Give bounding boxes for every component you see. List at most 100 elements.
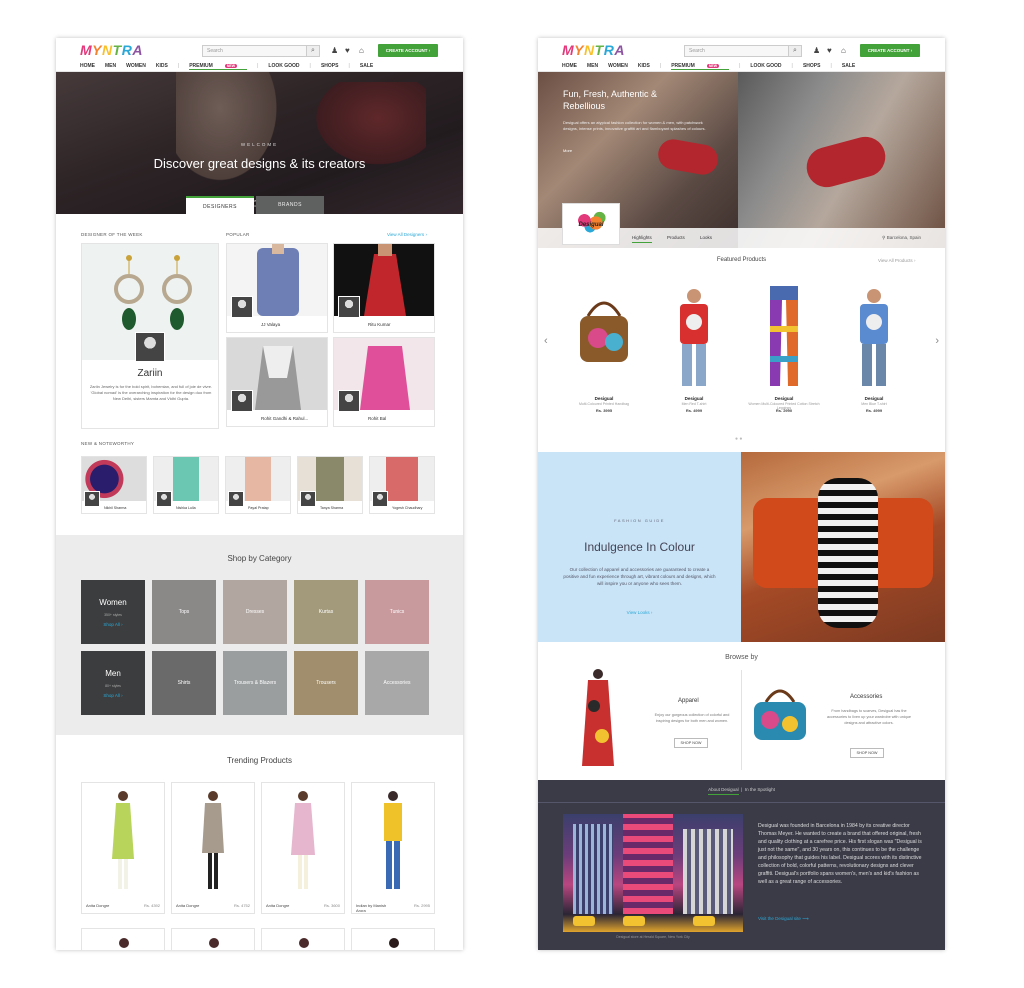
- carousel-dots[interactable]: ● ●: [735, 436, 742, 442]
- nav-sale[interactable]: SALE: [842, 63, 855, 69]
- tab-designers[interactable]: DESIGNERS: [186, 196, 254, 214]
- nav-women[interactable]: WOMEN: [126, 63, 146, 69]
- accessories-shop-now-button[interactable]: SHOP NOW: [850, 748, 884, 758]
- noteworthy-card[interactable]: Payal Pratap: [225, 456, 291, 514]
- featured-product-card[interactable]: Desigual Men Blue T-shirt Rs. 4999: [838, 286, 910, 416]
- myntra-logo[interactable]: MYNTRA: [80, 42, 143, 58]
- apparel-title: Apparel: [678, 698, 699, 704]
- heart-icon[interactable]: ♥: [345, 46, 350, 55]
- category-tile[interactable]: Shirts: [152, 651, 216, 715]
- featured-product-card[interactable]: Desigual Men Red T-shirt Rs. 4999: [658, 286, 730, 416]
- designer-description: Zariin Jewelry is for the bold spirit, b…: [89, 384, 213, 401]
- shop-by-category-section: Shop by Category Women 350+ styles Shop …: [56, 535, 463, 735]
- noteworthy-card[interactable]: Nikhil Sharma: [81, 456, 147, 514]
- nav-men[interactable]: MEN: [587, 63, 598, 69]
- nav-kids[interactable]: KIDS: [156, 63, 168, 69]
- carousel-prev-icon[interactable]: ‹: [544, 335, 548, 347]
- nav-premium[interactable]: PREMIUM NEW: [189, 63, 248, 70]
- featured-product-card[interactable]: Desigual Women Multi-Coloured Printed Cot…: [748, 286, 820, 416]
- apparel-shop-now-button[interactable]: SHOP NOW: [674, 738, 708, 748]
- trending-product-card[interactable]: Anita Dongre Rs. 4752: [171, 782, 255, 914]
- search-icon[interactable]: ⌕: [788, 45, 802, 57]
- popular-designer-card[interactable]: Rohit Bal: [333, 337, 435, 427]
- visit-site-link[interactable]: Visit the Desigual site ⟶: [758, 916, 809, 922]
- section-title: Shop by Category: [227, 554, 292, 563]
- building: [573, 824, 613, 914]
- popular-designer-card[interactable]: JJ Valaya: [226, 243, 328, 333]
- more-link[interactable]: More: [563, 148, 572, 153]
- nav-shops[interactable]: SHOPS: [803, 63, 821, 69]
- product-designer: Indian by Manish Arora: [356, 903, 387, 913]
- category-men-tile[interactable]: Men 80+ styles Shop All ›: [81, 651, 145, 715]
- logo-letter: M: [562, 42, 575, 58]
- popular-designer-card[interactable]: Ritu Kumar: [333, 243, 435, 333]
- shop-all-link[interactable]: Shop All ›: [81, 693, 145, 698]
- noteworthy-card[interactable]: Tanya Sharma: [297, 456, 363, 514]
- nav-home[interactable]: HOME: [562, 63, 577, 69]
- trending-product-card[interactable]: [171, 928, 255, 950]
- designer-name: Nikhil Sharma: [104, 506, 127, 510]
- tab-brands[interactable]: BRANDS: [256, 196, 324, 214]
- category-tile[interactable]: Trousers: [294, 651, 358, 715]
- nav-premium-label: PREMIUM: [671, 63, 695, 69]
- notification-icon[interactable]: ♟: [331, 46, 338, 55]
- category-tile[interactable]: Tops: [152, 580, 216, 644]
- nav-premium[interactable]: PREMIUM NEW: [671, 63, 730, 70]
- designer-avatar: [372, 491, 388, 507]
- tab-products[interactable]: Products: [667, 235, 685, 240]
- category-tile[interactable]: Kurtas: [294, 580, 358, 644]
- bag-icon[interactable]: ⌂: [841, 46, 846, 55]
- designer-of-week-card[interactable]: Zariin Zariin Jewelry is for the bold sp…: [81, 243, 219, 429]
- trending-product-card[interactable]: Indian by Manish Arora Rs. 2995: [351, 782, 435, 914]
- nav-shops[interactable]: SHOPS: [321, 63, 339, 69]
- divider: [741, 670, 742, 770]
- tab-spotlight[interactable]: In the Spotlight: [745, 787, 775, 792]
- tab-about[interactable]: About Desigual: [708, 787, 739, 795]
- trending-product-card[interactable]: Anita Dongre Rs. 4392: [81, 782, 165, 914]
- nav-home[interactable]: HOME: [80, 63, 95, 69]
- category-women-tile[interactable]: Women 350+ styles Shop All ›: [81, 580, 145, 644]
- popular-designer-card[interactable]: Rohit Gandhi & Rahul...: [226, 337, 328, 427]
- nav-look-good[interactable]: LOOK GOOD: [268, 63, 299, 69]
- myntra-logo[interactable]: MYNTRA: [562, 42, 625, 58]
- noteworthy-card[interactable]: Nishka Lulla: [153, 456, 219, 514]
- category-tile[interactable]: Accessories: [365, 651, 429, 715]
- shop-all-link[interactable]: Shop All ›: [81, 622, 145, 627]
- view-looks-link[interactable]: View Looks ›: [538, 610, 741, 615]
- noteworthy-card[interactable]: Yogesh Chaudhary: [369, 456, 435, 514]
- designer-avatar: [338, 390, 360, 412]
- notification-icon[interactable]: ♟: [813, 46, 820, 55]
- create-account-button[interactable]: CREATE ACCOUNT ›: [378, 44, 438, 57]
- search-input[interactable]: Search: [202, 45, 320, 57]
- trending-product-card[interactable]: [81, 928, 165, 950]
- about-section: About Desigual | In the Spotlight Desigu…: [538, 780, 945, 950]
- logo-letter: R: [603, 42, 615, 58]
- nav-men[interactable]: MEN: [105, 63, 116, 69]
- nav-women[interactable]: WOMEN: [608, 63, 628, 69]
- category-tile[interactable]: Tunics: [365, 580, 429, 644]
- taxi: [573, 916, 595, 926]
- nav-sale[interactable]: SALE: [360, 63, 373, 69]
- trending-product-card[interactable]: [261, 928, 345, 950]
- search-icon[interactable]: ⌕: [306, 45, 320, 57]
- trending-product-card[interactable]: Anita Dongre Rs. 3600: [261, 782, 345, 914]
- heart-icon[interactable]: ♥: [827, 46, 832, 55]
- nav-kids[interactable]: KIDS: [638, 63, 650, 69]
- carousel-next-icon[interactable]: ›: [935, 335, 939, 347]
- create-account-button[interactable]: CREATE ACCOUNT ›: [860, 44, 920, 57]
- category-label: Kurtas: [318, 609, 334, 615]
- view-all-designers-link[interactable]: View All Designers ›: [387, 232, 427, 237]
- trending-product-card[interactable]: [351, 928, 435, 950]
- product-image: [568, 286, 640, 390]
- brand-location: ⚲ Barcelona, Spain: [882, 235, 921, 241]
- view-all-products-link[interactable]: View All Products ›: [878, 258, 915, 263]
- featured-product-card[interactable]: Desigual Multi-Coloured Printed Handbag Rs…: [568, 286, 640, 416]
- category-tile[interactable]: Dresses: [223, 580, 287, 644]
- category-tile[interactable]: Trousers & Blazers: [223, 651, 287, 715]
- search-input[interactable]: Search: [684, 45, 802, 57]
- tab-looks[interactable]: Looks: [700, 235, 712, 240]
- bag-icon[interactable]: ⌂: [359, 46, 364, 55]
- tab-highlights[interactable]: Highlights: [632, 235, 652, 243]
- nav-look-good[interactable]: LOOK GOOD: [750, 63, 781, 69]
- accessories-title: Accessories: [850, 694, 883, 700]
